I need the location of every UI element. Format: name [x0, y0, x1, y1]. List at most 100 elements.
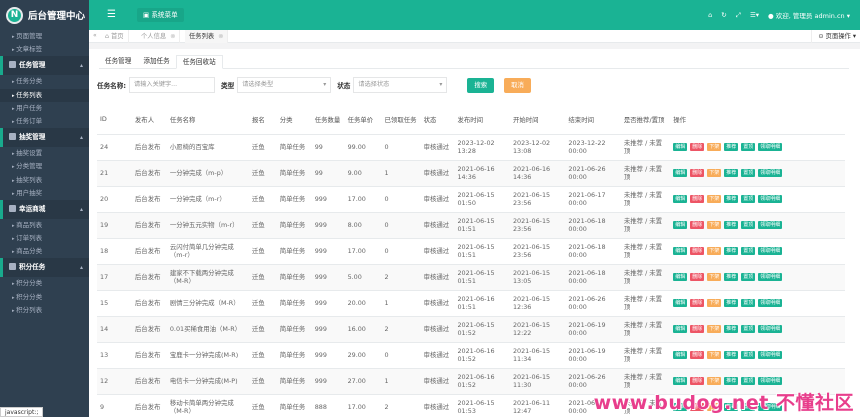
sidebar-item[interactable]: 积分列表 [0, 304, 89, 317]
row-action-button[interactable]: 推荐 [724, 143, 739, 151]
row-action-button[interactable]: 编辑 [673, 273, 688, 281]
row-action-button[interactable]: 推荐 [724, 195, 739, 203]
row-action-button[interactable]: 下架 [707, 351, 722, 359]
row-action-button[interactable]: 下架 [707, 169, 722, 177]
row-action-button[interactable]: 置顶 [741, 377, 756, 385]
row-action-button[interactable]: 领取明细 [758, 377, 783, 385]
search-button[interactable]: 搜索 [467, 77, 495, 93]
sidebar-item[interactable]: 用户抽奖 [0, 187, 89, 200]
tab-task-list[interactable]: 任务列表 ⊗ [185, 30, 229, 43]
row-action-button[interactable]: 推荐 [724, 273, 739, 281]
close-icon[interactable]: ⊗ [170, 33, 175, 40]
sidebar-item[interactable]: 用户任务 [0, 102, 89, 115]
row-action-button[interactable]: 领取明细 [758, 247, 783, 255]
row-action-button[interactable]: 领取明细 [758, 195, 783, 203]
sidebar-item[interactable]: 任务列表 [0, 88, 89, 102]
sidebar-item[interactable]: 积分分类 [0, 277, 89, 290]
row-action-button[interactable]: 置顶 [741, 247, 756, 255]
row-action-button[interactable]: 删除 [690, 169, 705, 177]
row-action-button[interactable]: 置顶 [741, 221, 756, 229]
close-icon[interactable]: ⊗ [218, 33, 223, 40]
row-action-button[interactable]: 编辑 [673, 169, 688, 177]
row-action-button[interactable]: 编辑 [673, 351, 688, 359]
sidebar-item[interactable]: 积分分类 [0, 291, 89, 304]
page-ops-button[interactable]: ⊙ 页面操作 ▾ [811, 30, 856, 43]
sidebar-item[interactable]: 任务分类 [0, 75, 89, 88]
row-action-button[interactable]: 下架 [707, 221, 722, 229]
row-action-button[interactable]: 置顶 [741, 169, 756, 177]
row-action-button[interactable]: 下架 [707, 377, 722, 385]
sidebar-item[interactable]: 商品分类 [0, 245, 89, 258]
sidebar-item[interactable]: 任务订单 [0, 115, 89, 128]
row-action-button[interactable]: 删除 [690, 377, 705, 385]
row-action-button[interactable]: 推荐 [724, 169, 739, 177]
row-action-button[interactable]: 领取明细 [758, 351, 783, 359]
row-action-button[interactable]: 推荐 [724, 377, 739, 385]
row-action-button[interactable]: 推荐 [724, 221, 739, 229]
sidebar-item[interactable]: 订单列表 [0, 232, 89, 245]
row-action-button[interactable]: 置顶 [741, 299, 756, 307]
row-action-button[interactable]: 下架 [707, 195, 722, 203]
row-action-button[interactable]: 推荐 [724, 351, 739, 359]
task-name-input[interactable]: 请输入关键字... [129, 77, 216, 93]
row-action-button[interactable]: 置顶 [741, 195, 756, 203]
subtab-task-manage[interactable]: 任务管理 [99, 55, 137, 69]
row-action-button[interactable]: 编辑 [673, 299, 688, 307]
row-action-button[interactable]: 编辑 [673, 221, 688, 229]
sidebar-item[interactable]: 抽奖列表 [0, 174, 89, 187]
row-action-button[interactable]: 删除 [690, 273, 705, 281]
subtab-add-task[interactable]: 添加任务 [137, 55, 175, 69]
user-menu[interactable]: ● 欢迎, 管理员 admin.cn ▾ [768, 10, 850, 20]
row-action-button[interactable]: 推荐 [724, 299, 739, 307]
row-action-button[interactable]: 编辑 [673, 377, 688, 385]
row-action-button[interactable]: 领取明细 [758, 325, 783, 333]
tab-profile[interactable]: 个人信息 ⊗ [137, 30, 181, 43]
sidebar-item[interactable]: 抽奖设置 [0, 147, 89, 160]
status-select[interactable]: 请选择状态 [353, 77, 448, 93]
row-action-button[interactable]: 置顶 [741, 351, 756, 359]
sidebar-item[interactable]: 商品列表 [0, 219, 89, 232]
row-action-button[interactable]: 编辑 [673, 247, 688, 255]
row-action-button[interactable]: 删除 [690, 221, 705, 229]
row-action-button[interactable]: 删除 [690, 325, 705, 333]
row-action-button[interactable]: 推荐 [724, 325, 739, 333]
row-action-button[interactable]: 删除 [690, 143, 705, 151]
sidebar-item[interactable]: 分类管理 [0, 160, 89, 173]
row-action-button[interactable]: 置顶 [741, 325, 756, 333]
system-menu-button[interactable]: ▣ 系统菜单 [137, 8, 184, 22]
sidebar-group-header[interactable]: 抽奖管理 ▴ [0, 128, 89, 148]
row-action-button[interactable]: 下架 [707, 299, 722, 307]
home-icon[interactable]: ⌂ [708, 11, 712, 19]
row-action-button[interactable]: 编辑 [673, 143, 688, 151]
sidebar-item[interactable]: 页面管理 [0, 30, 89, 43]
type-select[interactable]: 请选择类型 [237, 77, 332, 93]
cancel-button[interactable]: 取消 [504, 77, 531, 93]
tab-scroll-left-icon[interactable]: « [93, 32, 97, 39]
row-action-button[interactable]: 下架 [707, 325, 722, 333]
row-action-button[interactable]: 下架 [707, 247, 722, 255]
sidebar-item[interactable]: 文章标签 [0, 43, 89, 56]
row-action-button[interactable]: 删除 [690, 195, 705, 203]
subtab-recycle-bin[interactable]: 任务回收站 [175, 55, 223, 69]
refresh-icon[interactable]: ↻ [721, 11, 726, 19]
row-action-button[interactable]: 下架 [707, 143, 722, 151]
row-action-button[interactable]: 编辑 [673, 325, 688, 333]
row-action-button[interactable]: 推荐 [724, 247, 739, 255]
row-action-button[interactable]: 下架 [707, 273, 722, 281]
logo[interactable]: N 后台管理中心 [0, 0, 89, 30]
row-action-button[interactable]: 置顶 [741, 143, 756, 151]
row-action-button[interactable]: 编辑 [673, 195, 688, 203]
row-action-button[interactable]: 置顶 [741, 273, 756, 281]
row-action-button[interactable]: 领取明细 [758, 143, 783, 151]
row-action-button[interactable]: 领取明细 [758, 221, 783, 229]
menu-toggle-icon[interactable]: ☰ [107, 9, 116, 20]
row-action-button[interactable]: 领取明细 [758, 299, 783, 307]
row-action-button[interactable]: 领取明细 [758, 169, 783, 177]
sidebar-group-header[interactable]: 幸运商城 ▴ [0, 199, 89, 219]
sidebar-group-header[interactable]: 任务管理 ▴ [0, 56, 89, 76]
settings-icon[interactable]: ☰▾ [750, 11, 759, 19]
row-action-button[interactable]: 领取明细 [758, 273, 783, 281]
row-action-button[interactable]: 删除 [690, 299, 705, 307]
tab-home[interactable]: ⌂ 首页 [101, 30, 129, 43]
row-action-button[interactable]: 删除 [690, 351, 705, 359]
